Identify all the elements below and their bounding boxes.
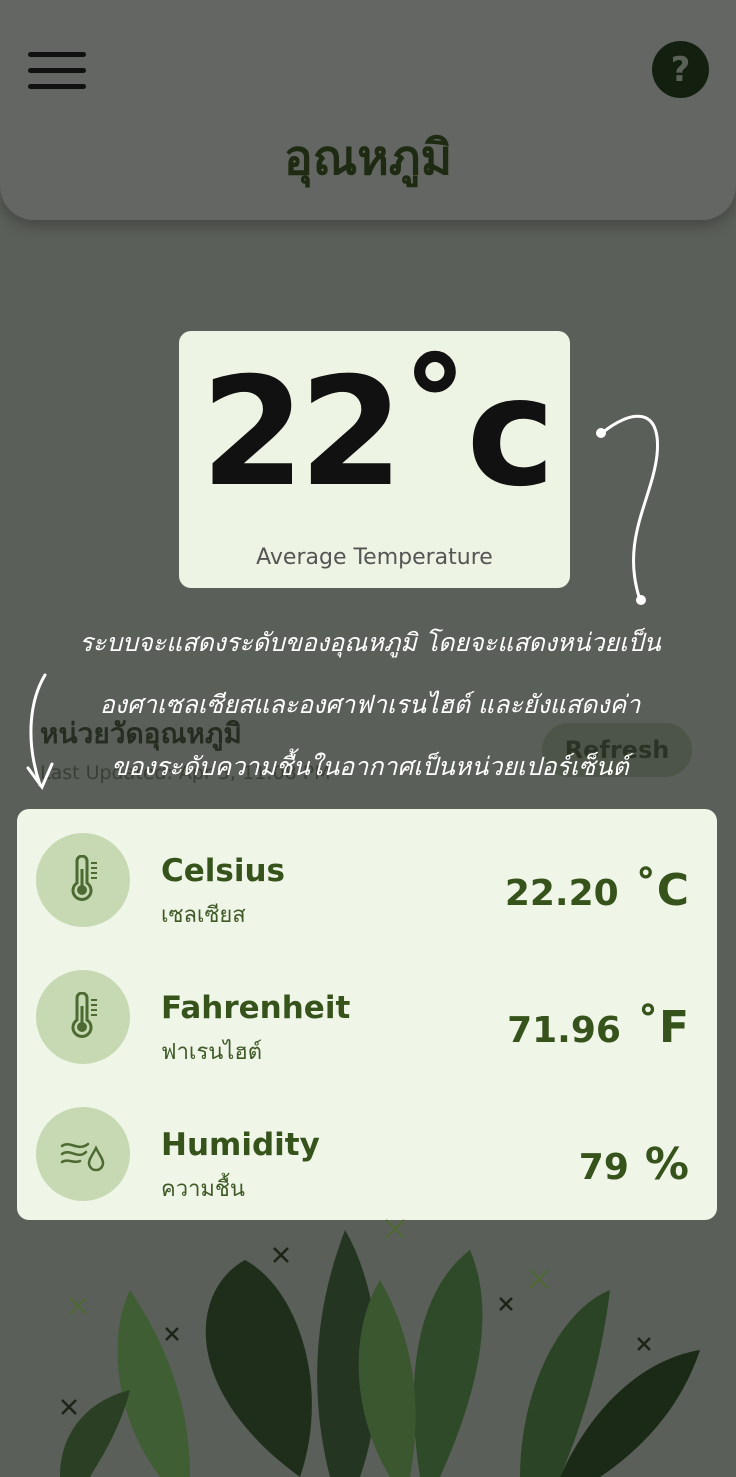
humidity-icon [36,1107,130,1201]
reading-unit: ˚C [634,865,689,916]
reading-number: 79 [578,1147,629,1188]
annotation-line: ระบบจะแสดงระดับของอุณหภูมิ โดยจะแสดงหน่ว… [79,628,661,657]
curved-arrow-right [600,414,659,602]
reading-thai-name: เซลเซียส [161,903,246,928]
reading-row-fahrenheit: Fahrenheit ฟาเรนไฮต์ 71.96 ˚F [17,958,717,1068]
annotation-line: ของระดับความชื้นในอากาศเป็นหน่วยเปอร์เซ็… [111,752,629,781]
thermometer-icon [36,970,130,1064]
readings-card: Celsius เซลเซียส 22.20 ˚C Fahrenheit ฟาเร… [17,809,717,1220]
reading-value: 71.96 ˚F [507,1002,689,1053]
plant-illustration [60,1219,700,1477]
reading-thai-name: ฟาเรนไฮต์ [161,1040,263,1065]
reading-value: 22.20 ˚C [505,865,689,916]
reading-value: 79% [579,1139,689,1190]
reading-row-celsius: Celsius เซลเซียส 22.20 ˚C [17,821,717,931]
reading-row-humidity: Humidity ความชื้น 79% [17,1095,717,1205]
reading-thai-name: ความชื้น [161,1177,245,1202]
thermometer-icon [36,833,130,927]
reading-name: Celsius [161,853,285,889]
reading-number: 22.20 [504,873,619,914]
reading-unit: % [644,1139,689,1190]
reading-unit: ˚F [636,1002,689,1053]
reading-number: 71.96 [507,1010,621,1051]
reading-name: Humidity [161,1127,320,1163]
annotation-text: ระบบจะแสดงระดับของอุณหภูมิ โดยจะแสดงหน่ว… [40,612,700,798]
reading-name: Fahrenheit [161,990,351,1026]
annotation-line: องศาเซลเซียสและองศาฟาเรนไฮต์ และยังแสดงค… [99,690,641,719]
